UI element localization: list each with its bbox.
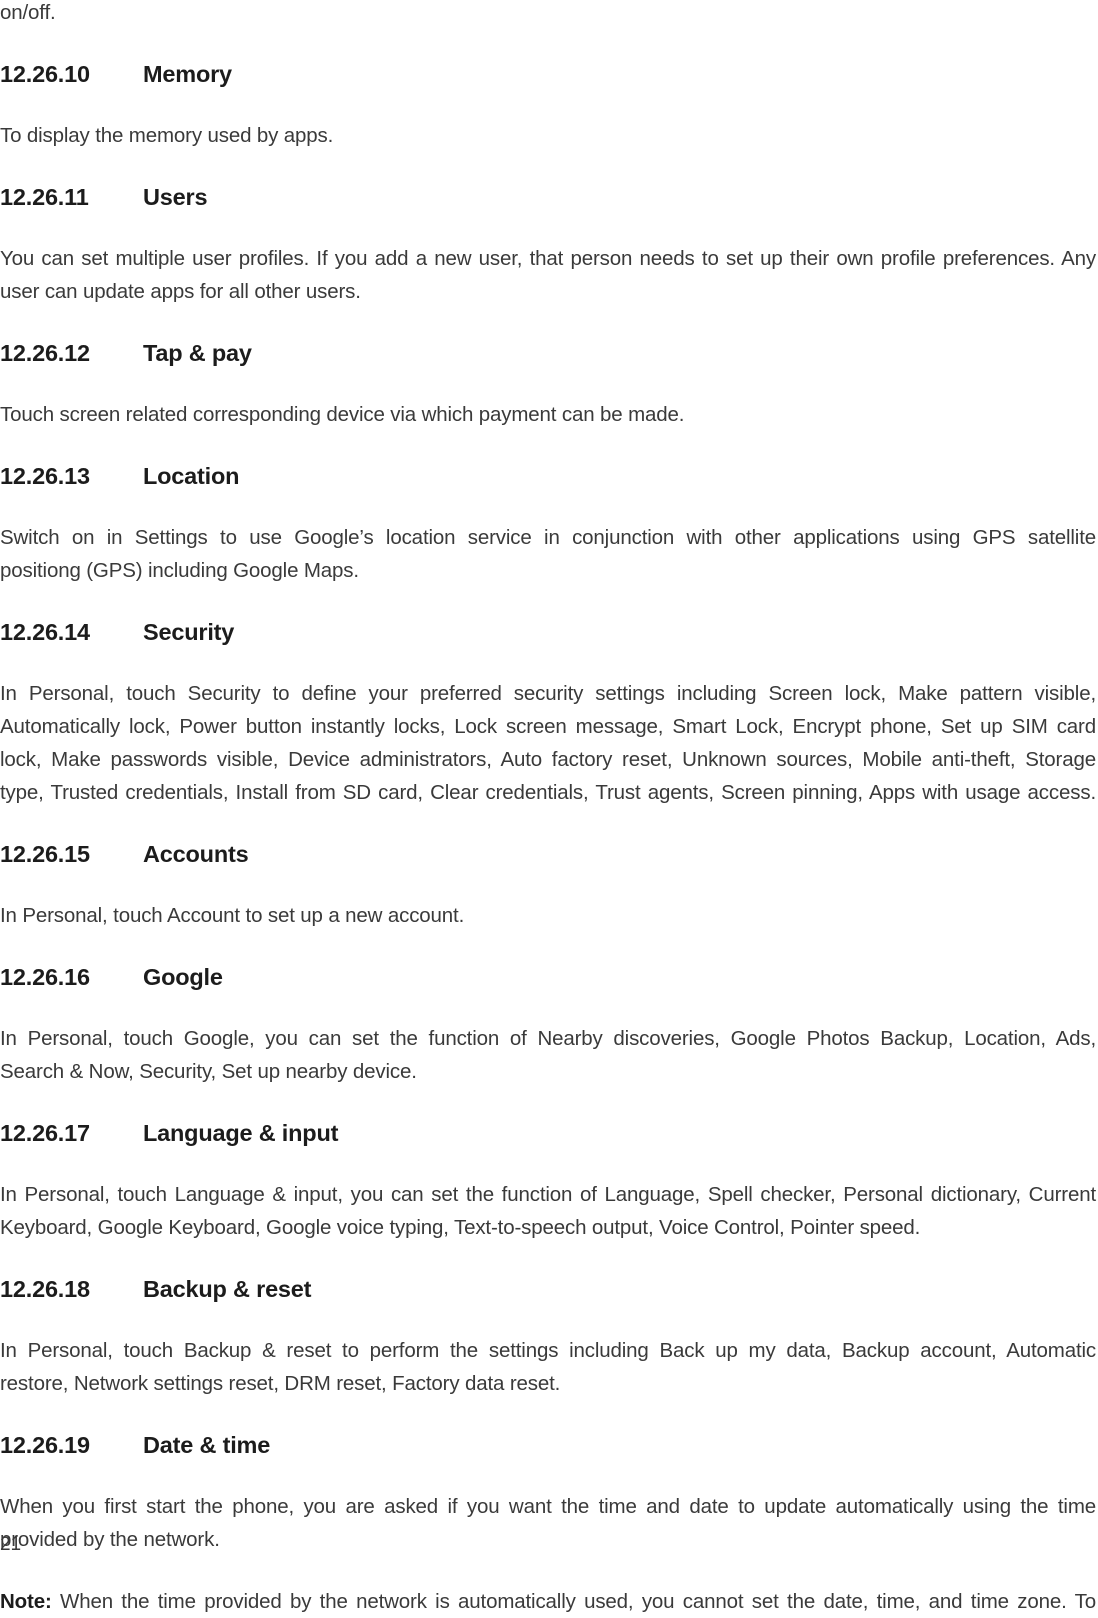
heading-title: Google bbox=[143, 964, 223, 990]
paragraph-memory: To display the memory used by apps. bbox=[0, 119, 1096, 152]
heading-number: 12.26.17 bbox=[0, 1120, 90, 1146]
heading-number: 12.26.13 bbox=[0, 463, 90, 489]
paragraph-line: When you first start the phone, you are … bbox=[0, 1495, 1096, 1518]
heading-number: 12.26.19 bbox=[0, 1432, 90, 1458]
heading-12-26-19: 12.26.19 Date & time bbox=[0, 1429, 1096, 1461]
paragraph-text: In Personal, touch Account to set up a n… bbox=[0, 904, 465, 927]
paragraph-accounts: In Personal, touch Account to set up a n… bbox=[0, 899, 1096, 932]
page-content: on/off. 12.26.10 Memory To display the m… bbox=[0, 0, 1096, 1618]
note-paragraph: Note: When the time provided by the netw… bbox=[0, 1585, 1096, 1618]
heading-number: 12.26.12 bbox=[0, 340, 90, 366]
paragraph-line: Switch on in Settings to use Google’s lo… bbox=[0, 526, 1096, 549]
paragraph-google: In Personal, touch Google, you can set t… bbox=[0, 1022, 1096, 1088]
heading-title: Date & time bbox=[143, 1432, 271, 1458]
heading-title: Tap & pay bbox=[143, 340, 252, 366]
heading-title: Location bbox=[143, 463, 240, 489]
paragraph-line: Search & Now, Security, Set up nearby de… bbox=[0, 1060, 417, 1083]
heading-number: 12.26.10 bbox=[0, 61, 90, 87]
heading-12-26-11: 12.26.11 Users bbox=[0, 181, 1096, 213]
paragraph-location: Switch on in Settings to use Google’s lo… bbox=[0, 521, 1096, 587]
page-number: 21 bbox=[0, 1534, 21, 1555]
paragraph-line: In Personal, touch Backup & reset to per… bbox=[0, 1339, 1096, 1362]
heading-number: 12.26.16 bbox=[0, 964, 90, 990]
paragraph-line: You can set multiple user profiles. If y… bbox=[0, 247, 1096, 270]
continued-paragraph: on/off. bbox=[0, 0, 1096, 29]
note-label: Note: bbox=[0, 1590, 52, 1613]
paragraph-line: lock, Make passwords visible, Device adm… bbox=[0, 748, 1096, 771]
heading-12-26-16: 12.26.16 Google bbox=[0, 961, 1096, 993]
paragraph-line: In Personal, touch Security to define yo… bbox=[0, 682, 1096, 705]
heading-12-26-15: 12.26.15 Accounts bbox=[0, 838, 1096, 870]
paragraph-line: Keyboard, Google Keyboard, Google voice … bbox=[0, 1216, 921, 1239]
heading-number: 12.26.14 bbox=[0, 619, 90, 645]
heading-number: 12.26.11 bbox=[0, 184, 89, 210]
heading-number: 12.26.18 bbox=[0, 1276, 90, 1302]
heading-12-26-13: 12.26.13 Location bbox=[0, 460, 1096, 492]
heading-12-26-17: 12.26.17 Language & input bbox=[0, 1117, 1096, 1149]
note-line: Note: When the time provided by the netw… bbox=[0, 1585, 1096, 1618]
heading-title: Memory bbox=[143, 61, 232, 87]
note-text: When the time provided by the network is… bbox=[60, 1590, 1096, 1613]
heading-12-26-18: 12.26.18 Backup & reset bbox=[0, 1273, 1096, 1305]
paragraph-line: type, Trusted credentials, Install from … bbox=[0, 781, 1096, 804]
heading-title: Accounts bbox=[143, 841, 249, 867]
paragraph-text: To display the memory used by apps. bbox=[0, 124, 334, 147]
paragraph-line: provided by the network. bbox=[0, 1528, 220, 1551]
continued-text: on/off. bbox=[0, 1, 56, 24]
paragraph-line: restore, Network settings reset, DRM res… bbox=[0, 1372, 561, 1395]
heading-title: Backup & reset bbox=[143, 1276, 312, 1302]
heading-number: 12.26.15 bbox=[0, 841, 90, 867]
paragraph-line: Automatically lock, Power button instant… bbox=[0, 715, 1096, 738]
document-page: on/off. 12.26.10 Memory To display the m… bbox=[0, 0, 1098, 1613]
paragraph-security: In Personal, touch Security to define yo… bbox=[0, 677, 1096, 809]
heading-title: Users bbox=[143, 184, 208, 210]
paragraph-text: Touch screen related corresponding devic… bbox=[0, 403, 685, 426]
paragraph-line: In Personal, touch Language & input, you… bbox=[0, 1183, 1096, 1206]
paragraph-language-and-input: In Personal, touch Language & input, you… bbox=[0, 1178, 1096, 1244]
heading-12-26-10: 12.26.10 Memory bbox=[0, 58, 1096, 90]
paragraph-backup-and-reset: In Personal, touch Backup & reset to per… bbox=[0, 1334, 1096, 1400]
paragraph-date-and-time: When you first start the phone, you are … bbox=[0, 1490, 1096, 1556]
heading-12-26-14: 12.26.14 Security bbox=[0, 616, 1096, 648]
paragraph-users: You can set multiple user profiles. If y… bbox=[0, 242, 1096, 308]
heading-title: Security bbox=[143, 619, 235, 645]
paragraph-line: In Personal, touch Google, you can set t… bbox=[0, 1027, 1096, 1050]
paragraph-line: user can update apps for all other users… bbox=[0, 280, 361, 303]
heading-title: Language & input bbox=[143, 1120, 339, 1146]
heading-12-26-12: 12.26.12 Tap & pay bbox=[0, 337, 1096, 369]
paragraph-line: positiong (GPS) including Google Maps. bbox=[0, 559, 359, 582]
paragraph-tap-and-pay: Touch screen related corresponding devic… bbox=[0, 398, 1096, 431]
